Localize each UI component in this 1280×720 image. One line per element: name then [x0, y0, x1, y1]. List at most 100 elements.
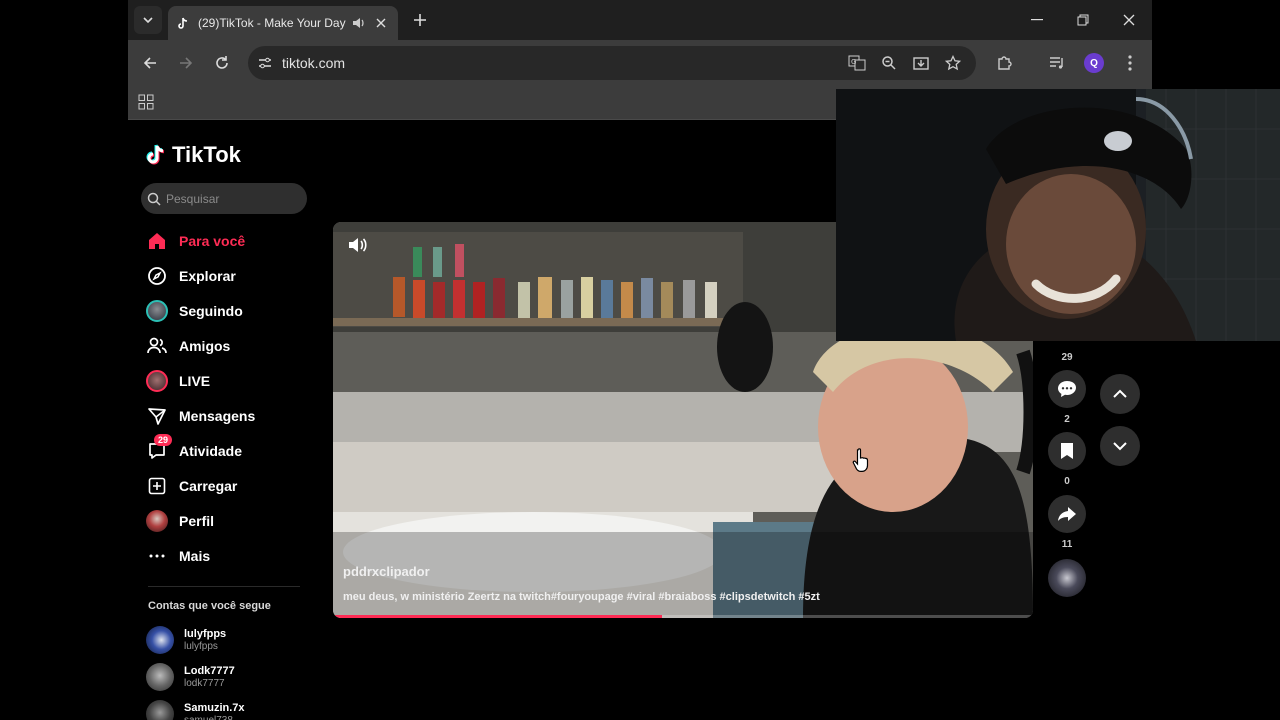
browser-toolbar: tiktok.com G Q [128, 40, 1152, 86]
following-account[interactable]: Samuzin.7x samuel738 [146, 696, 306, 720]
nav-label: Mais [179, 547, 211, 564]
webcam-frame [836, 89, 1280, 341]
reload-icon [216, 56, 228, 69]
browser-menu-button[interactable] [1116, 49, 1144, 77]
profile-button[interactable]: Q [1084, 53, 1104, 73]
more-icon [146, 545, 168, 567]
media-control-button[interactable] [1043, 49, 1071, 77]
tab-title: (29)TikTok - Make Your Day [198, 16, 346, 30]
account-handle: samuel738 [184, 714, 233, 720]
account-name: Samuzin.7x [184, 701, 245, 714]
sidebar-divider [148, 586, 300, 587]
zoom-out-icon[interactable] [880, 54, 898, 72]
video-progress-bar[interactable] [333, 615, 1033, 618]
following-account[interactable]: Lodk7777 lodk7777 [146, 659, 306, 695]
plus-icon [414, 14, 426, 26]
friends-icon [146, 335, 168, 357]
tab-search-button[interactable] [134, 6, 162, 34]
address-bar[interactable]: tiktok.com G [248, 46, 976, 80]
comment-action: 2 [1048, 370, 1088, 425]
video-author[interactable]: pddrxclipador [343, 564, 430, 579]
upload-icon [146, 475, 168, 497]
nav-label: Seguindo [179, 302, 243, 319]
nav-item-carregar[interactable]: Carregar [146, 468, 316, 503]
nav-item-amigos[interactable]: Amigos [146, 328, 316, 363]
tab-strip: (29)TikTok - Make Your Day [128, 0, 1152, 40]
shade-gradient [333, 532, 1033, 618]
nav-item-mensagens[interactable]: Mensagens [146, 398, 316, 433]
nav-item-live[interactable]: LIVE [146, 363, 316, 398]
arrow-left-icon [143, 57, 156, 69]
nav-item-para-voce[interactable]: Para você [146, 223, 316, 258]
like-count: 29 [1061, 352, 1073, 363]
nav-label: Explorar [179, 267, 236, 284]
save-button[interactable] [1048, 432, 1086, 470]
bookmark-star-icon[interactable] [944, 54, 962, 72]
save-action: 0 [1048, 432, 1088, 487]
apps-grid-icon[interactable] [138, 94, 154, 115]
back-button[interactable] [136, 49, 164, 77]
comment-button[interactable] [1048, 370, 1086, 408]
nav-label: Para você [179, 232, 246, 249]
share-icon [1058, 507, 1076, 521]
minimize-icon [1031, 19, 1043, 21]
tiktok-favicon-icon [176, 16, 190, 30]
account-name: Lodk7777 [184, 664, 235, 677]
translate-icon[interactable]: G [848, 54, 866, 72]
comment-count: 2 [1064, 414, 1070, 425]
nav-item-atividade[interactable]: 29 Atividade [146, 433, 316, 468]
previous-video-button[interactable] [1100, 374, 1140, 414]
hand-cursor-icon [852, 448, 869, 472]
music-disc-button[interactable] [1048, 559, 1086, 597]
search-box[interactable] [141, 183, 307, 214]
home-icon [146, 230, 168, 252]
nav-label: Mensagens [179, 407, 256, 424]
tiktok-logo-icon [146, 144, 165, 165]
account-name: lulyfpps [184, 627, 227, 640]
close-tab-icon[interactable] [372, 18, 390, 28]
volume-icon[interactable] [347, 236, 367, 259]
music-disc-action [1048, 559, 1088, 597]
restore-button[interactable] [1060, 0, 1106, 40]
nav-label: Amigos [179, 337, 231, 354]
nav-item-explorar[interactable]: Explorar [146, 258, 316, 293]
close-icon [1123, 14, 1135, 26]
install-app-icon[interactable] [912, 54, 930, 72]
arrow-right-icon [180, 57, 193, 69]
video-description: meu deus, w ministério Zeertz na twitch#… [343, 591, 820, 603]
account-handle: lodk7777 [184, 677, 225, 689]
speaker-icon[interactable] [350, 17, 368, 29]
search-input[interactable] [166, 191, 296, 206]
site-settings-icon[interactable] [248, 56, 282, 70]
svg-text:G: G [851, 58, 856, 66]
tiktok-logo[interactable]: TikTok [146, 142, 241, 168]
nav-label: LIVE [179, 372, 211, 389]
reload-button[interactable] [208, 49, 236, 77]
following-account[interactable]: lulyfpps lulyfpps [146, 622, 306, 658]
save-count: 0 [1064, 476, 1070, 487]
like-count-group: 29 [1048, 352, 1088, 363]
new-tab-button[interactable] [410, 10, 430, 30]
avatar [146, 626, 174, 654]
avatar [146, 700, 174, 720]
nav-item-perfil[interactable]: Perfil [146, 503, 316, 538]
activity-icon: 29 [146, 433, 173, 462]
share-button[interactable] [1048, 495, 1086, 533]
forward-button[interactable] [172, 49, 200, 77]
chevron-up-icon [1113, 389, 1127, 398]
live-avatar [146, 369, 168, 392]
browser-tab[interactable]: (29)TikTok - Make Your Day [168, 6, 398, 40]
activity-badge: 29 [154, 433, 173, 446]
minimize-button[interactable] [1014, 0, 1060, 40]
extensions-button[interactable] [990, 49, 1018, 77]
close-window-button[interactable] [1106, 0, 1152, 40]
restore-icon [1077, 14, 1089, 26]
nav-label: Carregar [179, 477, 238, 494]
chevron-down-icon [1113, 442, 1127, 451]
share-action: 11 [1048, 495, 1088, 550]
next-video-button[interactable] [1100, 426, 1140, 466]
nav-item-seguindo[interactable]: Seguindo [146, 293, 316, 328]
logo-text: TikTok [172, 142, 241, 167]
nav-item-mais[interactable]: Mais [146, 538, 316, 573]
main-nav: Para você Explorar Seguindo Amigos LIVE … [146, 223, 316, 573]
